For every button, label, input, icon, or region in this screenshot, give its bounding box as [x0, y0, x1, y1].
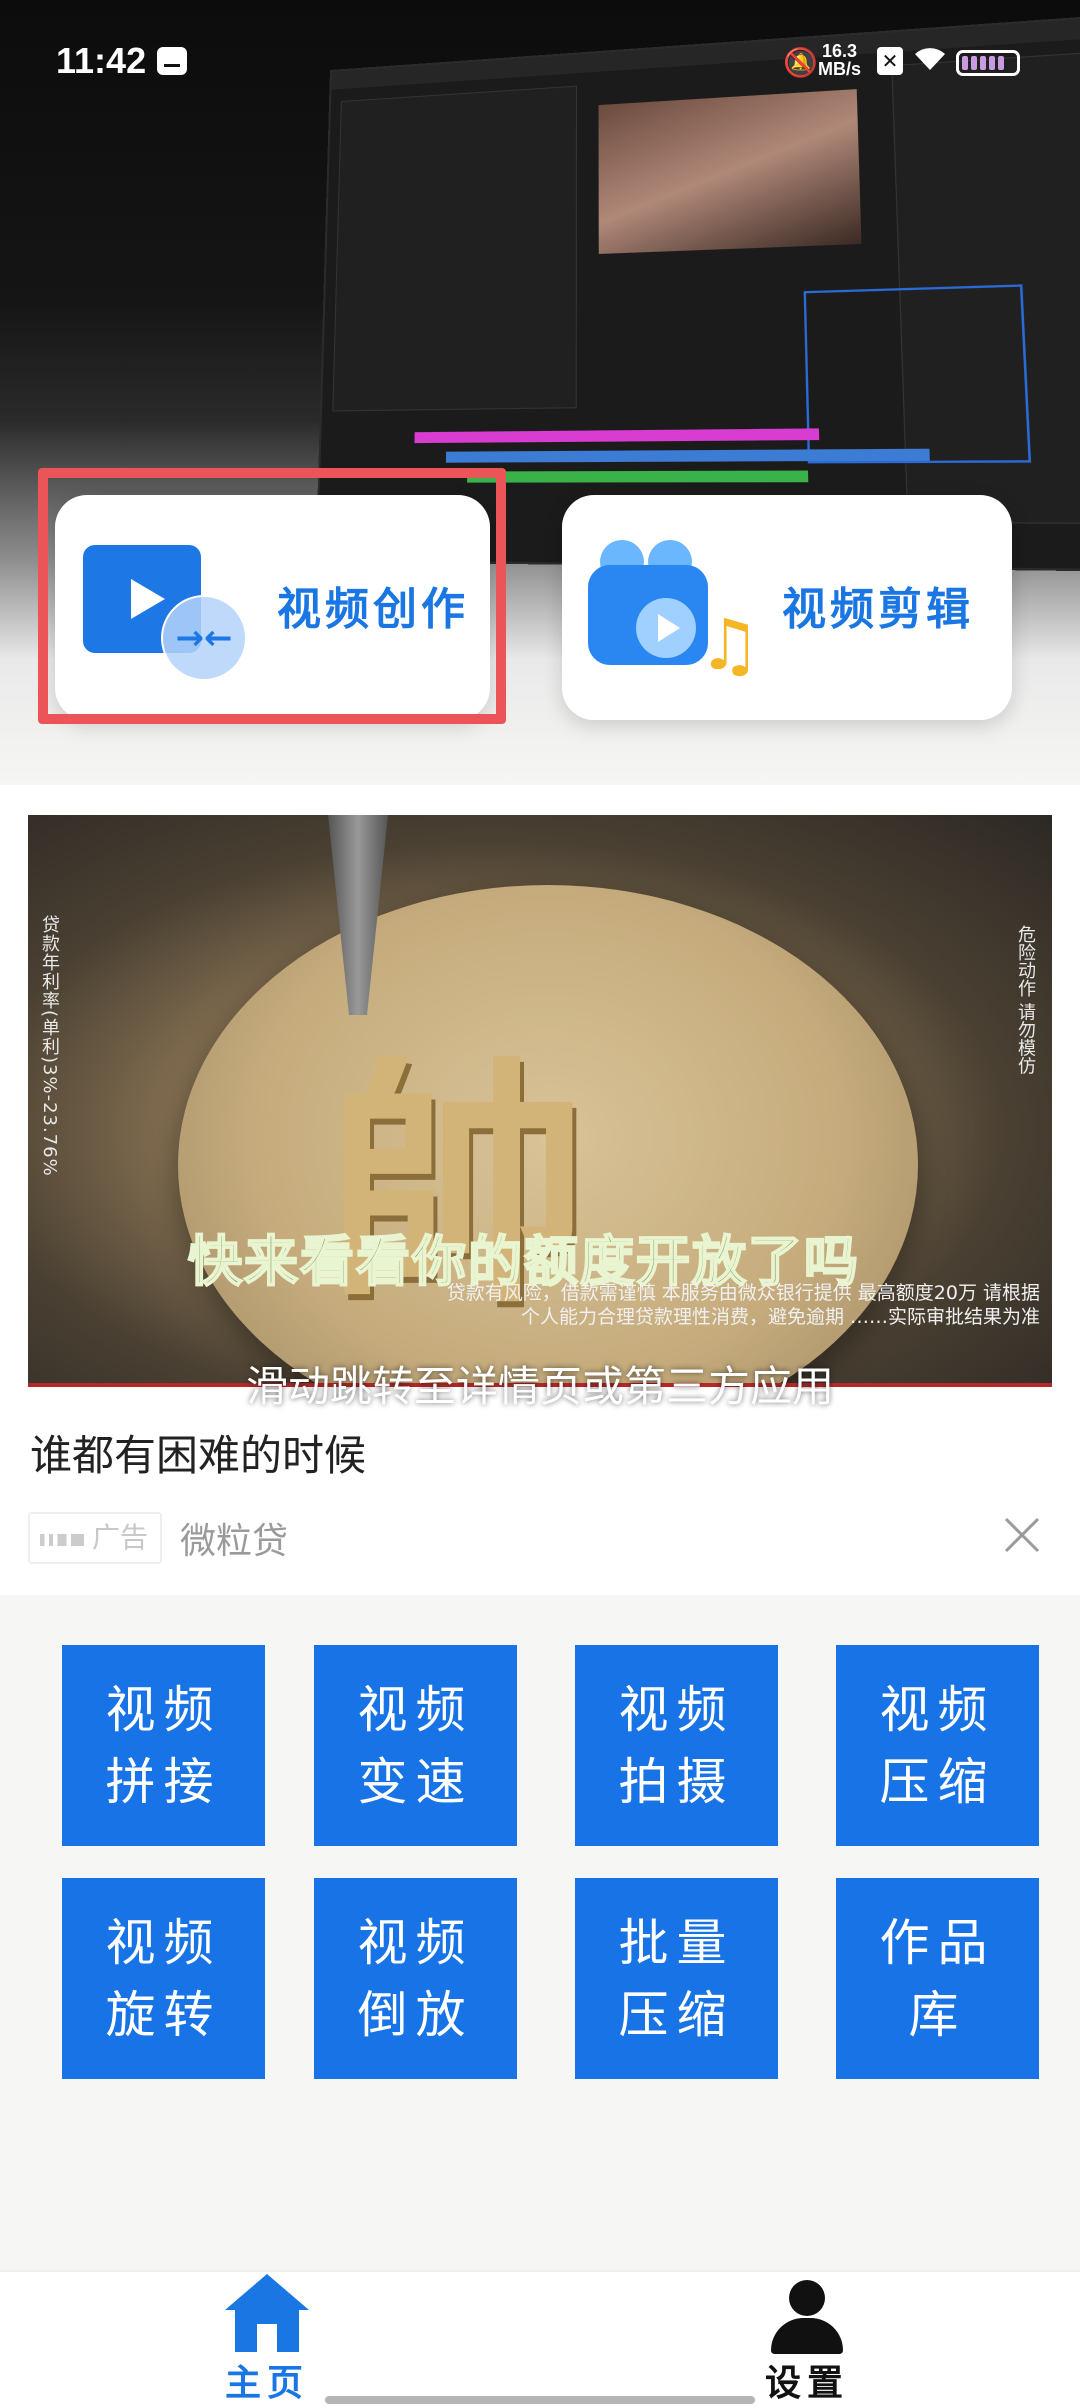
video-merge-button[interactable]: 视频 拼接: [62, 1645, 265, 1846]
ad-image[interactable]: 帥 贷款年利率(单利)3%-23.76% 危险动作 请勿模仿 快来看看你的额度开…: [28, 815, 1052, 1387]
person-icon: [771, 2280, 843, 2354]
mute-bell-icon: 🔕: [783, 46, 818, 79]
message-notification-icon: [157, 47, 187, 75]
swipe-hint: 滑动跳转至详情页或第三方应用: [245, 1362, 834, 1411]
bottom-nav: 主页 设置: [0, 2270, 1080, 2408]
wifi-icon: [913, 44, 947, 80]
batch-compress-button[interactable]: 批量 压缩: [575, 1878, 778, 2079]
x-notification-icon: ✕: [877, 47, 903, 75]
video-create-label: 视频创作: [277, 584, 469, 635]
video-compress-button[interactable]: 视频 压缩: [836, 1645, 1039, 1846]
video-speed-button[interactable]: 视频 变速: [314, 1645, 517, 1846]
status-bar: 11:42 🔕 16.3 MB/s ✕: [0, 0, 1080, 120]
home-icon: [225, 2274, 309, 2352]
works-library-button[interactable]: 作品 库: [836, 1878, 1039, 2079]
tools-grid: 视频 拼接 视频 变速 视频 拍摄 视频 压缩 视频 旋转 视频 倒放 批量 压…: [0, 1595, 1080, 2270]
ad-disclaimer: 贷款有风险，借款需谨慎 本服务由微众银行提供 最高额度20万 请根据个人能力合理…: [446, 1282, 1040, 1328]
video-edit-icon: ♫: [588, 540, 761, 690]
app-screen: →← 视频创作 ♫ 视频剪辑 11:42 🔕 16.3 MB/s ✕ 帥 贷款年…: [0, 0, 1080, 2408]
video-edit-label: 视频剪辑: [782, 584, 974, 635]
video-reverse-button[interactable]: 视频 倒放: [314, 1878, 517, 2079]
ad-badge: 广告: [28, 1512, 162, 1564]
close-icon[interactable]: [998, 1515, 1046, 1563]
ad-rate-text: 贷款年利率(单利)3%-23.76%: [39, 915, 60, 1177]
ad-title[interactable]: 谁都有困难的时候: [30, 1422, 366, 1483]
video-rotate-button[interactable]: 视频 旋转: [62, 1878, 265, 2079]
ad-warning-text: 危险动作 请勿模仿: [1015, 925, 1036, 1075]
status-time: 11:42: [56, 40, 147, 81]
network-speed: 16.3 MB/s: [818, 41, 862, 79]
video-create-icon: →←: [83, 545, 247, 681]
gesture-bar[interactable]: [325, 2396, 755, 2404]
video-shoot-button[interactable]: 视频 拍摄: [575, 1645, 778, 1846]
video-edit-card[interactable]: ♫ 视频剪辑: [562, 495, 1012, 720]
battery-icon: [956, 50, 1020, 76]
nav-home[interactable]: 主页: [167, 2272, 367, 2408]
video-create-card[interactable]: →← 视频创作: [55, 495, 490, 720]
nav-settings[interactable]: 设置: [707, 2272, 907, 2408]
ad-source: 微粒贷: [180, 1521, 289, 1562]
